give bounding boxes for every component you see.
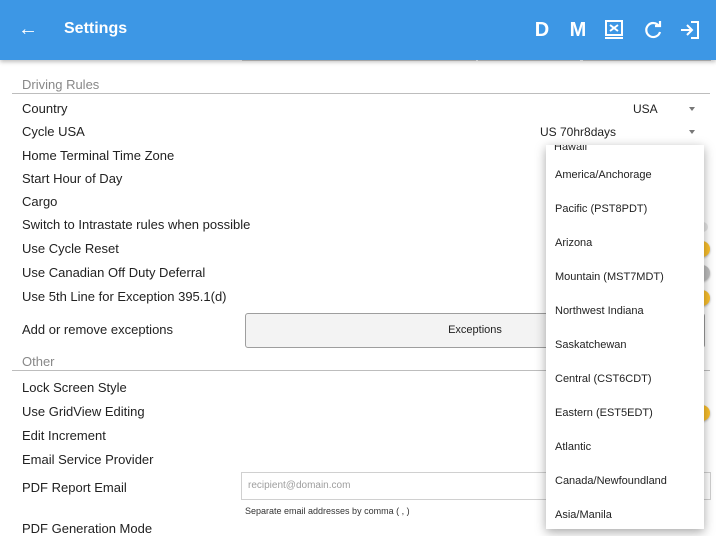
logout-icon[interactable] [678, 18, 702, 42]
lock-screen-style-label: Lock Screen Style [22, 380, 127, 395]
country-value[interactable]: USA [633, 102, 658, 116]
app-bar: ← Settings D M [0, 0, 716, 60]
section-divider [12, 93, 710, 94]
chevron-down-icon[interactable] [689, 107, 695, 111]
cargo-label: Cargo [22, 194, 58, 209]
home-terminal-time-zone-label: Home Terminal Time Zone [22, 148, 175, 163]
dropdown-item-cut[interactable]: Hawaii [554, 145, 587, 153]
section-header-driving-rules: Driving Rules [22, 77, 100, 92]
dropdown-item-label: Canada/Newfoundland [555, 475, 667, 487]
refresh-icon[interactable] [641, 18, 665, 42]
pdf-report-email-label: PDF Report Email [22, 480, 127, 495]
report-icon[interactable] [602, 18, 626, 42]
d-action-button[interactable]: D [532, 16, 552, 44]
email-service-provider-label: Email Service Provider [22, 452, 154, 467]
dropdown-item-label: Arizona [555, 237, 593, 249]
dropdown-item[interactable]: Northwest Indiana [546, 295, 704, 329]
canadian-off-duty-deferral-label: Use Canadian Off Duty Deferral [22, 265, 206, 280]
country-label: Country [22, 101, 68, 116]
dropdown-item[interactable]: Canada/Newfoundland [546, 465, 704, 499]
dropdown-item-label: Central (CST6CDT) [555, 373, 652, 385]
chevron-down-icon[interactable] [689, 130, 695, 134]
dropdown-item[interactable]: Eastern (EST5EDT) [546, 397, 704, 431]
section-header-other: Other [22, 354, 55, 369]
email-separator-hint: Separate email addresses by comma ( , ) [245, 506, 410, 516]
dropdown-item-label: Pacific (PST8PDT) [555, 203, 648, 215]
dropdown-item[interactable]: Atlantic [546, 431, 704, 465]
back-arrow-icon[interactable]: ← [18, 17, 38, 41]
timezone-dropdown: Hawaii America/Anchorage Pacific (PST8PD… [546, 145, 704, 529]
dropdown-item[interactable]: Mountain (MST7MDT) [546, 261, 704, 295]
dropdown-item-label: Mountain (MST7MDT) [555, 271, 664, 283]
dropdown-item[interactable]: Pacific (PST8PDT) [546, 193, 704, 227]
dropdown-item[interactable]: Central (CST6CDT) [546, 363, 704, 397]
cycle-usa-value[interactable]: US 70hr8days [540, 125, 616, 139]
dropdown-item-label: Asia/Manila [555, 509, 612, 521]
intrastate-rules-label: Switch to Intrastate rules when possible [22, 217, 251, 232]
dropdown-item[interactable]: Arizona [546, 227, 704, 261]
dropdown-item-label: Atlantic [555, 441, 592, 453]
page-title: Settings [64, 20, 128, 37]
dropdown-item-label: Eastern (EST5EDT) [555, 407, 653, 419]
cycle-usa-label: Cycle USA [22, 124, 85, 139]
dropdown-item-label: Saskatchewan [555, 339, 627, 351]
pdf-report-email-input[interactable] [242, 473, 538, 497]
dropdown-item-label: America/Anchorage [555, 169, 652, 181]
dropdown-item-label: Northwest Indiana [555, 305, 644, 317]
gridview-editing-label: Use GridView Editing [22, 404, 145, 419]
dropdown-item[interactable]: Asia/Manila [546, 499, 704, 529]
use-cycle-reset-label: Use Cycle Reset [22, 241, 119, 256]
m-action-button[interactable]: M [567, 16, 589, 44]
fifth-line-exception-label: Use 5th Line for Exception 395.1(d) [22, 289, 227, 304]
dropdown-item[interactable]: America/Anchorage [546, 159, 704, 193]
dropdown-item[interactable]: Saskatchewan [546, 329, 704, 363]
start-hour-label: Start Hour of Day [22, 171, 123, 186]
exceptions-label: Add or remove exceptions [22, 322, 174, 337]
edit-increment-label: Edit Increment [22, 428, 106, 443]
